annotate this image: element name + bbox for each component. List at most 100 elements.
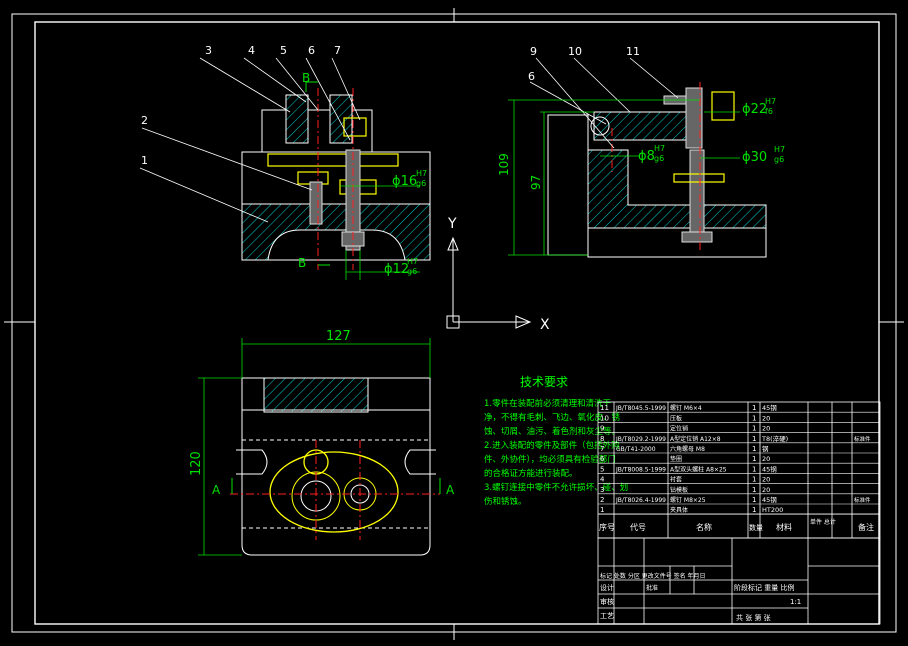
bom-cell-name: 六角螺母 M8 — [670, 445, 705, 453]
side-balloon-10: 10 — [568, 45, 582, 58]
bom-cell-qty: 1 — [752, 445, 756, 453]
tech-req-line-1: 1.零件在装配前必须清理和清洗干 — [484, 398, 612, 409]
bom-cell-no: 4 — [600, 476, 605, 484]
bom-header-code: 代号 — [630, 522, 646, 532]
bom-cell-code: JB/T8045.5-1999 — [615, 405, 666, 412]
dim-d12-tol-bot: g6 — [407, 267, 417, 276]
dim-d12: ϕ12 — [384, 262, 409, 277]
bom-cell-no: 6 — [600, 455, 605, 463]
bom-cell-no: 8 — [600, 435, 604, 443]
dim-d8: ϕ8 — [638, 149, 655, 164]
dim-d30: ϕ30 — [742, 150, 767, 165]
section-b-bottom: B — [298, 256, 306, 270]
cad-drawing-canvas[interactable]: B B 1 2 3 4 5 6 7 ϕ16 H7 g6 ϕ12 H7 g6 6 … — [0, 0, 908, 646]
tech-req-line-8: 伤和锈蚀。 — [484, 496, 527, 507]
dim-d16-tol-top: H7 — [416, 169, 427, 178]
bom-cell-qty: 1 — [752, 425, 756, 433]
dim-120: 120 — [189, 451, 204, 476]
dim-d12-tol-top: H7 — [407, 257, 418, 266]
tech-req-line-5: 件、外协件），均必须具有检验部门 — [484, 454, 616, 465]
title-design: 设计 — [600, 583, 614, 592]
bom-cell-qty: 1 — [752, 435, 756, 443]
section-a-left: A — [212, 483, 221, 497]
dim-d22-tol-top: H7 — [765, 97, 776, 106]
bom-cell-name: 垫圈 — [670, 455, 682, 463]
balloon-3: 3 — [205, 44, 212, 57]
bom-cell-qty: 1 — [752, 496, 756, 504]
bom-cell-name: 螺钉 M8×25 — [670, 496, 706, 504]
dim-d16-tol-bot: g6 — [416, 179, 426, 188]
bom-cell-code: JB/T8026.4-1999 — [615, 497, 666, 504]
bom-cell-no: 2 — [600, 496, 604, 504]
bom-cell-qty: 1 — [752, 465, 756, 473]
bom-cell-note: 标准件 — [854, 435, 871, 443]
balloon-1: 1 — [141, 154, 148, 167]
balloon-2: 2 — [141, 114, 148, 127]
bom-cell-no: 1 — [600, 506, 604, 514]
bom-cell-qty: 1 — [752, 414, 756, 422]
bom-cell-name: 夹具体 — [670, 506, 688, 514]
bom-cell-no: 9 — [600, 425, 604, 433]
bom-cell-mat: 20 — [762, 486, 770, 494]
bom-cell-name: A型定位销 A12×8 — [670, 435, 721, 443]
bom-cell-qty: 1 — [752, 404, 756, 412]
bom-cell-no: 7 — [600, 445, 604, 453]
title-scale: 1:1 — [790, 598, 801, 606]
bom-header-weight: 单件 总计 — [810, 518, 836, 526]
bom-header-note: 备注 — [858, 522, 874, 532]
bom-cell-mat: 45钢 — [762, 465, 777, 473]
section-b-top: B — [302, 71, 310, 85]
bom-cell-mat: HT200 — [762, 506, 783, 514]
bom-cell-name: 衬套 — [670, 476, 682, 484]
side-balloon-6: 6 — [528, 70, 535, 83]
tech-req-line-6: 的合格证方能进行装配。 — [484, 468, 578, 479]
bom-cell-mat: 45钢 — [762, 404, 777, 412]
bom-cell-mat: T8(淬硬) — [761, 434, 788, 443]
bom-cell-no: 10 — [600, 414, 609, 422]
bom-header-name: 名称 — [696, 522, 712, 532]
bom-cell-mat: 20 — [762, 414, 770, 422]
title-stage: 阶段标记 重量 比例 — [734, 583, 794, 592]
balloon-6: 6 — [308, 44, 315, 57]
bom-cell-no: 3 — [600, 486, 604, 494]
bom-header-qty: 数量 — [749, 523, 763, 532]
bom-cell-mat: 钢 — [762, 445, 769, 453]
ucs-x-label: X — [540, 317, 550, 333]
bom-cell-note: 标准件 — [854, 496, 871, 504]
bom-cell-code: GB/T41-2000 — [616, 446, 656, 453]
bom-cell-no: 5 — [600, 465, 604, 473]
title-sheets: 共 张 第 张 — [736, 613, 771, 622]
side-balloon-9: 9 — [530, 45, 537, 58]
bom-cell-mat: 45钢 — [762, 496, 777, 504]
dim-d8-tol-top: H7 — [654, 144, 665, 153]
dim-d16: ϕ16 — [392, 174, 417, 189]
bom-cell-name: A型双头螺柱 A8×25 — [670, 465, 727, 473]
tech-req-title: 技术要求 — [520, 375, 568, 389]
bom-cell-name: 压板 — [670, 414, 682, 422]
title-check: 审核 — [600, 597, 614, 606]
side-balloon-11: 11 — [626, 45, 640, 58]
bom-cell-code: JB/T8008.5-1999 — [615, 466, 666, 473]
title-rev-cols: 标记 处数 分区 更改文件号 签名 年月日 — [600, 572, 706, 580]
dim-d30-tol-top: H7 — [774, 145, 785, 154]
bom-header-no: 序号 — [599, 522, 615, 532]
dim-97: 97 — [529, 175, 543, 190]
bom-cell-qty: 1 — [752, 455, 756, 463]
bom-cell-qty: 1 — [752, 506, 756, 514]
ucs-y-label: Y — [447, 216, 457, 232]
bom-cell-no: 11 — [600, 404, 609, 412]
bom-cell-name: 螺钉 M6×4 — [670, 404, 702, 412]
bom-header-mat: 材料 — [776, 522, 792, 532]
bom-cell-name: 钻模板 — [670, 486, 688, 494]
balloon-4: 4 — [248, 44, 255, 57]
dim-d22-tol-bot: f6 — [765, 107, 773, 116]
bom-cell-mat: 20 — [762, 476, 770, 484]
bom-cell-mat: 20 — [762, 425, 770, 433]
title-process: 工艺 — [600, 612, 614, 620]
dim-d8-tol-bot: g6 — [654, 154, 664, 163]
bom-cell-qty: 1 — [752, 476, 756, 484]
bom-cell-qty: 1 — [752, 486, 756, 494]
balloon-7: 7 — [334, 44, 341, 57]
dim-109: 109 — [497, 153, 511, 176]
section-a-right: A — [446, 483, 455, 497]
